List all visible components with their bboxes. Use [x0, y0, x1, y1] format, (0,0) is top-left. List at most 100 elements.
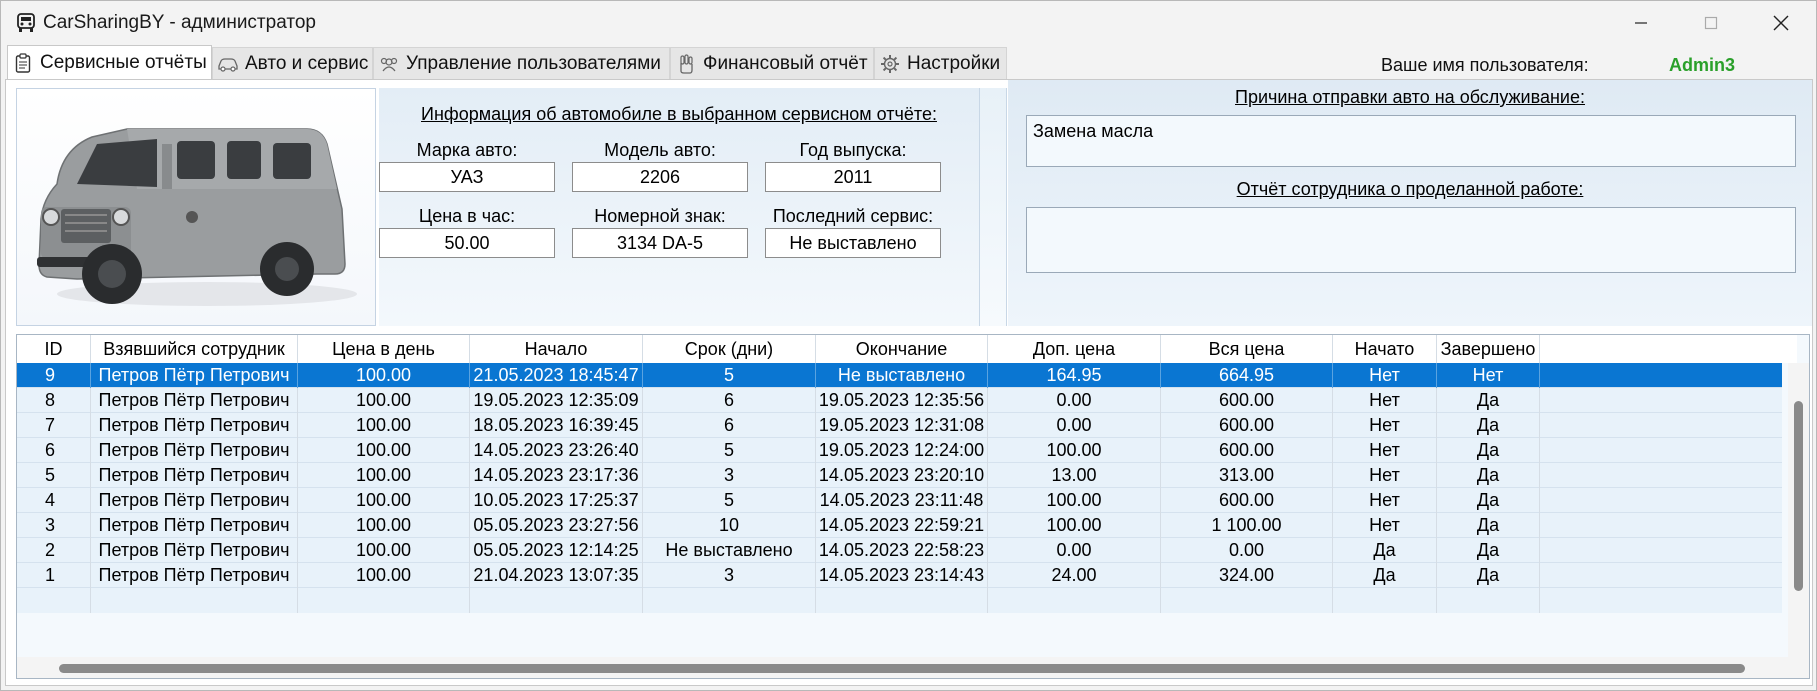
table-row[interactable]: 8 Петров Пётр Петрович 100.00 19.05.2023 12… [17, 388, 1782, 413]
col-id-header[interactable]: ID [17, 335, 91, 363]
col-extra-price-cell[interactable]: 0.00 [988, 413, 1161, 438]
col-started-cell[interactable]: Нет [1333, 488, 1437, 513]
col-id-cell[interactable]: 6 [17, 438, 91, 463]
col-extra-price-cell[interactable]: 100.00 [988, 438, 1161, 463]
col-start-header[interactable]: Начало [470, 335, 643, 363]
col-start-cell[interactable]: 05.05.2023 12:14:25 [470, 538, 643, 563]
col-term-days-cell[interactable]: Не выставлено [643, 538, 816, 563]
close-button[interactable] [1746, 1, 1816, 45]
col-price-per-day-cell[interactable]: 100.00 [298, 563, 470, 588]
col-term-days-cell[interactable]: 5 [643, 438, 816, 463]
col-end-cell[interactable]: 14.05.2023 23:11:48 [816, 488, 988, 513]
col-term-days-cell[interactable]: 3 [643, 563, 816, 588]
service-reports-table[interactable]: ID Взявшийся сотрудник Цена в день Начало Ср… [16, 334, 1810, 679]
col-id-cell[interactable]: 9 [17, 363, 91, 388]
col-employee-cell[interactable]: Петров Пётр Петрович [91, 463, 298, 488]
col-started-cell[interactable]: Нет [1333, 463, 1437, 488]
col-total-price-cell[interactable]: 600.00 [1161, 488, 1333, 513]
col-price-per-day-cell[interactable]: 100.00 [298, 488, 470, 513]
col-started-cell[interactable]: Нет [1333, 388, 1437, 413]
reason-textbox[interactable]: Замена масла [1026, 115, 1796, 167]
col-id-cell[interactable]: 7 [17, 413, 91, 438]
table-row[interactable]: 6 Петров Пётр Петрович 100.00 14.05.2023 23… [17, 438, 1782, 463]
col-finished-cell[interactable]: Да [1437, 463, 1540, 488]
col-finished-cell[interactable]: Да [1437, 513, 1540, 538]
col-finished-cell[interactable]: Нет [1437, 363, 1540, 388]
col-end-cell[interactable]: 14.05.2023 22:58:23 [816, 538, 988, 563]
table-row[interactable]: 4 Петров Пётр Петрович 100.00 10.05.2023 17… [17, 488, 1782, 513]
col-total-price-cell[interactable]: 313.00 [1161, 463, 1333, 488]
table-row[interactable]: 7 Петров Пётр Петрович 100.00 18.05.2023 16… [17, 413, 1782, 438]
col-finished-cell[interactable]: Да [1437, 388, 1540, 413]
col-employee-cell[interactable]: Петров Пётр Петрович [91, 488, 298, 513]
table-row[interactable]: 2 Петров Пётр Петрович 100.00 05.05.2023 12… [17, 538, 1782, 563]
horizontal-scroll-thumb[interactable] [59, 664, 1745, 673]
minimize-button[interactable] [1606, 1, 1676, 45]
col-term-days-cell[interactable]: 6 [643, 413, 816, 438]
col-end-cell[interactable]: 14.05.2023 23:14:43 [816, 563, 988, 588]
col-start-cell[interactable]: 21.04.2023 13:07:35 [470, 563, 643, 588]
col-employee-cell[interactable]: Петров Пётр Петрович [91, 413, 298, 438]
col-started-header[interactable]: Начато [1333, 335, 1437, 363]
col-price-per-day-header[interactable]: Цена в день [298, 335, 470, 363]
col-finished-cell[interactable]: Да [1437, 538, 1540, 563]
maximize-button[interactable] [1676, 1, 1746, 45]
report-textbox[interactable] [1026, 207, 1796, 273]
col-term-days-cell[interactable]: 5 [643, 488, 816, 513]
col-end-cell[interactable]: 14.05.2023 23:20:10 [816, 463, 988, 488]
col-total-price-cell[interactable]: 0.00 [1161, 538, 1333, 563]
year-field[interactable]: 2011 [765, 162, 941, 192]
col-finished-cell[interactable]: Да [1437, 563, 1540, 588]
title-bar[interactable]: CarSharingBY - администратор [1, 1, 1816, 45]
col-term-days-header[interactable]: Срок (дни) [643, 335, 816, 363]
col-finished-cell[interactable]: Да [1437, 413, 1540, 438]
col-total-price-cell[interactable]: 600.00 [1161, 438, 1333, 463]
col-employee-cell[interactable]: Петров Пётр Петрович [91, 363, 298, 388]
col-start-cell[interactable]: 14.05.2023 23:17:36 [470, 463, 643, 488]
col-started-cell[interactable]: Нет [1333, 513, 1437, 538]
col-total-price-cell[interactable]: 600.00 [1161, 413, 1333, 438]
col-id-cell[interactable]: 4 [17, 488, 91, 513]
col-started-cell[interactable]: Да [1333, 563, 1437, 588]
col-price-per-day-cell[interactable]: 100.00 [298, 413, 470, 438]
col-id-cell[interactable]: 5 [17, 463, 91, 488]
col-id-cell[interactable]: 3 [17, 513, 91, 538]
vertical-scrollbar[interactable] [1788, 363, 1809, 678]
col-start-cell[interactable]: 19.05.2023 12:35:09 [470, 388, 643, 413]
last-service-field[interactable]: Не выставлено [765, 228, 941, 258]
col-extra-price-header[interactable]: Доп. цена [988, 335, 1161, 363]
col-total-price-cell[interactable]: 600.00 [1161, 388, 1333, 413]
col-end-cell[interactable]: 14.05.2023 22:59:21 [816, 513, 988, 538]
col-extra-price-cell[interactable]: 24.00 [988, 563, 1161, 588]
tab-financial-report[interactable]: Финансовый отчёт [670, 47, 874, 79]
col-price-per-day-cell[interactable]: 100.00 [298, 363, 470, 388]
col-end-cell[interactable]: 19.05.2023 12:35:56 [816, 388, 988, 413]
table-row[interactable]: 5 Петров Пётр Петрович 100.00 14.05.2023 23… [17, 463, 1782, 488]
col-term-days-cell[interactable]: 3 [643, 463, 816, 488]
col-start-cell[interactable]: 05.05.2023 23:27:56 [470, 513, 643, 538]
col-extra-price-cell[interactable]: 13.00 [988, 463, 1161, 488]
model-field[interactable]: 2206 [572, 162, 748, 192]
col-start-cell[interactable]: 18.05.2023 16:39:45 [470, 413, 643, 438]
table-row[interactable]: 1 Петров Пётр Петрович 100.00 21.04.2023 13… [17, 563, 1782, 588]
col-start-cell[interactable]: 21.05.2023 18:45:47 [470, 363, 643, 388]
col-end-header[interactable]: Окончание [816, 335, 988, 363]
col-price-per-day-cell[interactable]: 100.00 [298, 438, 470, 463]
col-price-per-day-cell[interactable]: 100.00 [298, 463, 470, 488]
col-start-cell[interactable]: 10.05.2023 17:25:37 [470, 488, 643, 513]
horizontal-scrollbar[interactable] [17, 657, 1788, 678]
col-employee-cell[interactable]: Петров Пётр Петрович [91, 538, 298, 563]
col-extra-price-cell[interactable]: 164.95 [988, 363, 1161, 388]
col-total-price-cell[interactable]: 664.95 [1161, 363, 1333, 388]
col-term-days-cell[interactable]: 6 [643, 388, 816, 413]
col-started-cell[interactable]: Да [1333, 538, 1437, 563]
col-end-cell[interactable]: Не выставлено [816, 363, 988, 388]
tab-cars-and-service[interactable]: Авто и сервис [212, 47, 373, 79]
col-total-price-header[interactable]: Вся цена [1161, 335, 1333, 363]
col-finished-cell[interactable]: Да [1437, 438, 1540, 463]
brand-field[interactable]: УАЗ [379, 162, 555, 192]
col-price-per-day-cell[interactable]: 100.00 [298, 388, 470, 413]
col-price-per-day-cell[interactable]: 100.00 [298, 538, 470, 563]
vertical-scroll-thumb[interactable] [1794, 401, 1803, 591]
col-term-days-cell[interactable]: 10 [643, 513, 816, 538]
